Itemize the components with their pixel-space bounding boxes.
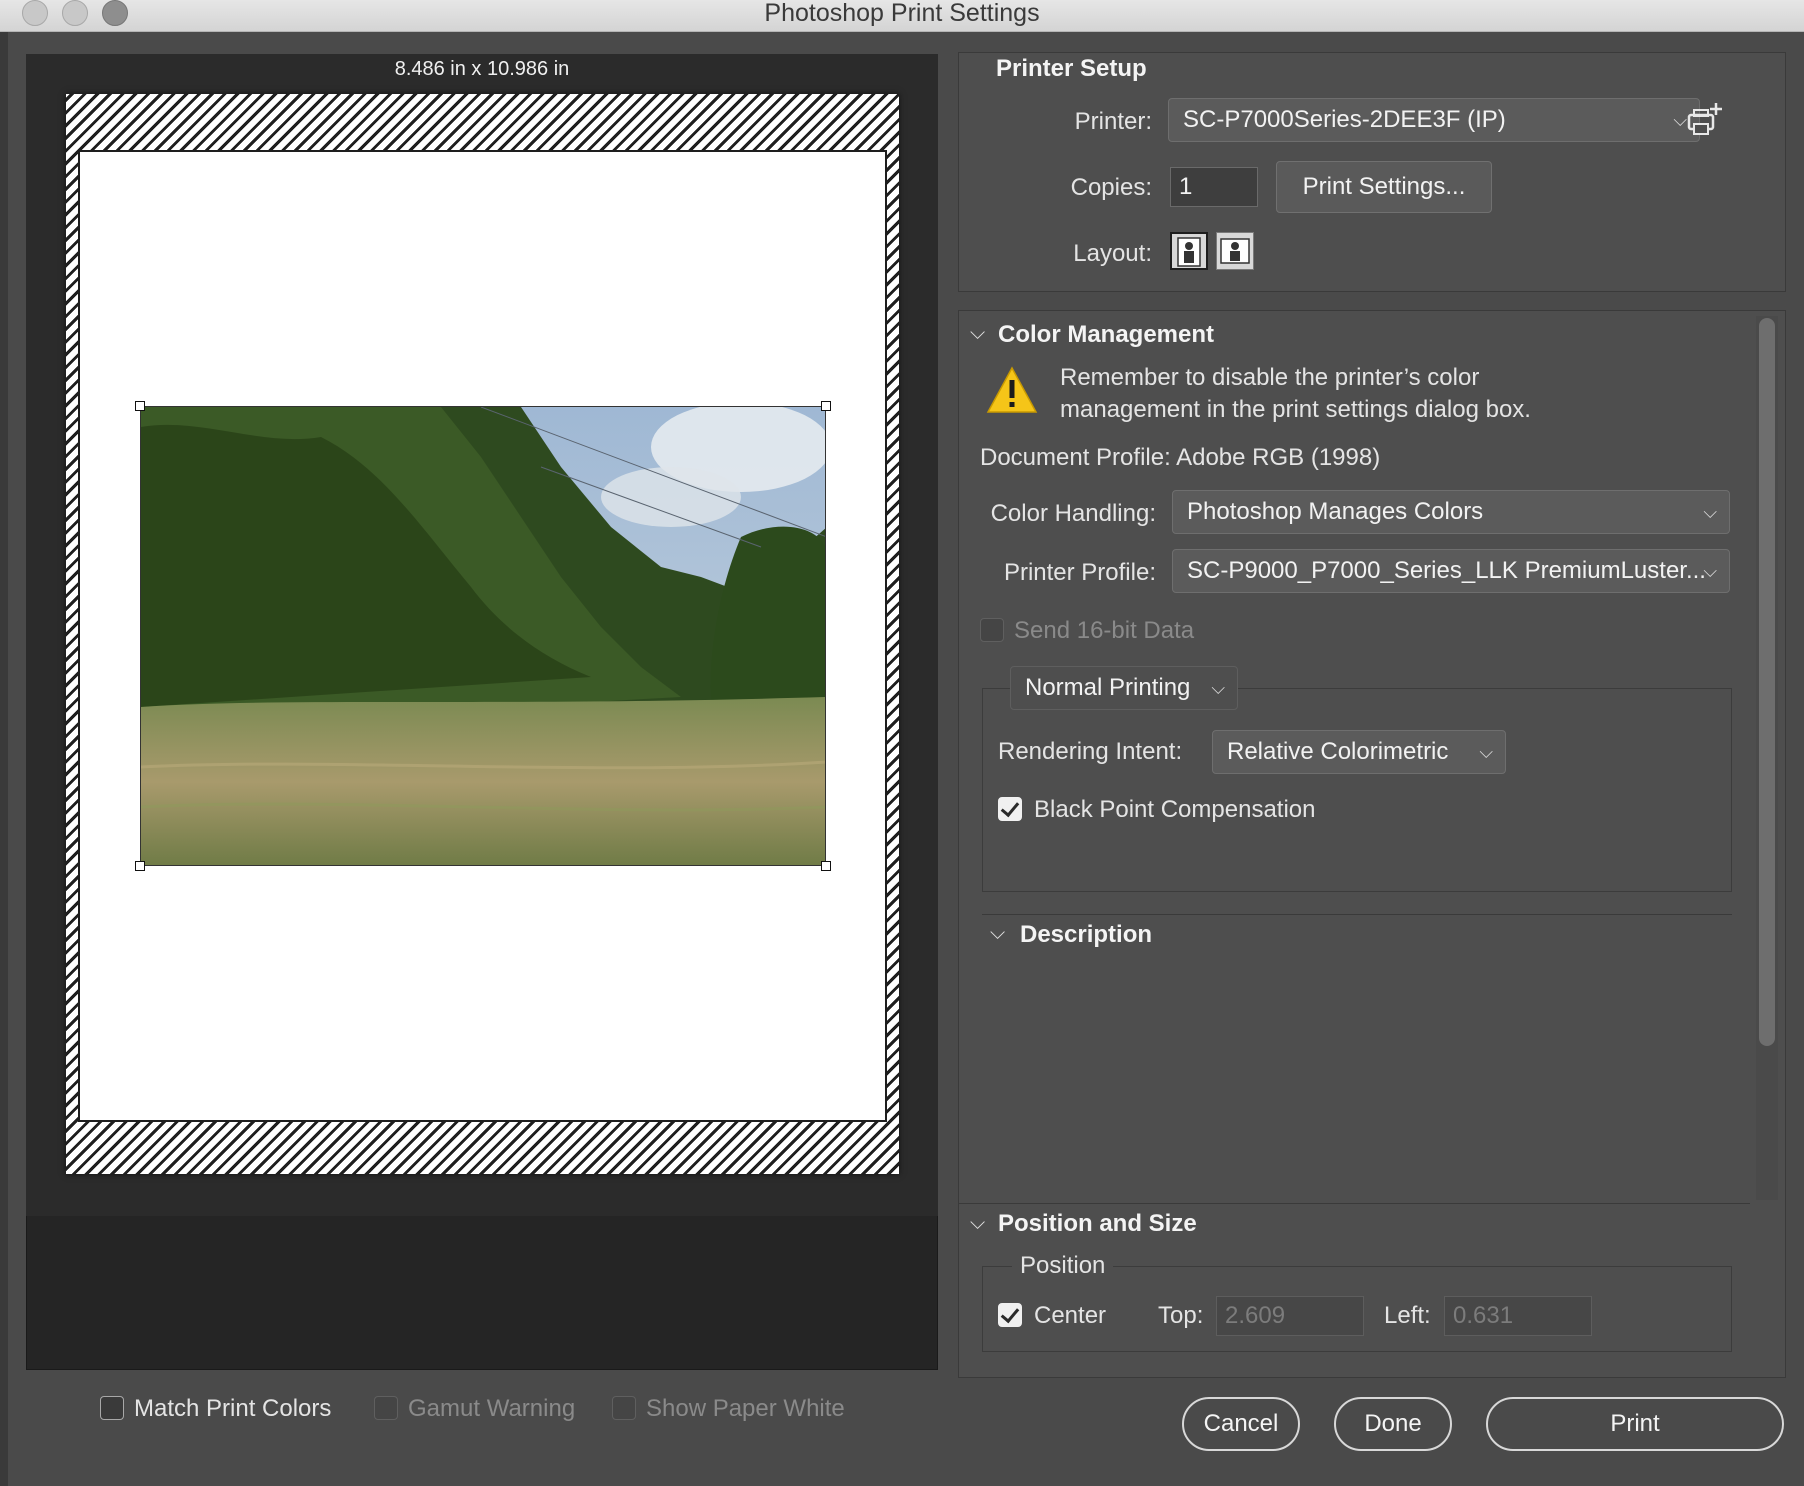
rendering-group (982, 688, 1732, 892)
background-edge (0, 32, 8, 1486)
normal-printing-value: Normal Printing (1025, 674, 1191, 701)
warning-icon (986, 366, 1038, 419)
show-paper-white-checkbox[interactable] (612, 1396, 636, 1420)
color-management-title: Color Management (998, 321, 1215, 348)
printer-select-value: SC-P7000Series-2DEE3F (IP) (1183, 106, 1506, 133)
left-label: Left: (1384, 1302, 1431, 1329)
chevron-down-icon: ⌵ (1211, 678, 1225, 698)
printer-select[interactable]: SC-P7000Series-2DEE3F (IP) ⌵ (1168, 98, 1700, 142)
rendering-intent-select[interactable]: Relative Colorimetric ⌵ (1212, 730, 1506, 774)
resize-handle-bottom-left[interactable] (135, 861, 145, 871)
printer-profile-value: SC-P9000_P7000_Series_LLK PremiumLuster.… (1187, 557, 1706, 584)
position-group-label: Position (1012, 1252, 1114, 1280)
left-input[interactable]: 0.631 (1444, 1296, 1592, 1336)
color-handling-value: Photoshop Manages Colors (1187, 498, 1484, 525)
center-label: Center (1034, 1302, 1107, 1329)
print-settings-button[interactable]: Print Settings... (1276, 161, 1492, 213)
description-divider (982, 914, 1732, 915)
printer-setup-title: Printer Setup (996, 55, 1147, 82)
description-title: Description (1020, 921, 1153, 948)
color-handling-select[interactable]: Photoshop Manages Colors ⌵ (1172, 490, 1730, 534)
collapse-position-size-icon[interactable]: ⌵ (970, 1212, 985, 1235)
printer-add-icon[interactable] (1686, 100, 1726, 140)
layout-portrait-icon[interactable] (1170, 232, 1208, 270)
warning-text-line2: management in the print settings dialog … (1060, 396, 1531, 423)
rendering-intent-label: Rendering Intent: (998, 738, 1183, 765)
document-profile: Document Profile: Adobe RGB (1998) (980, 444, 1381, 471)
copies-label: Copies: (1070, 174, 1152, 201)
printer-profile-select[interactable]: SC-P9000_P7000_Series_LLK PremiumLuster.… (1172, 549, 1730, 593)
show-paper-white-label: Show Paper White (646, 1395, 845, 1422)
top-input[interactable]: 2.609 (1216, 1296, 1364, 1336)
black-point-compensation-label: Black Point Compensation (1034, 796, 1316, 823)
position-size-title: Position and Size (998, 1210, 1197, 1237)
layout-landscape-icon[interactable] (1216, 232, 1254, 270)
top-label: Top: (1158, 1302, 1204, 1329)
copies-input[interactable]: 1 (1170, 167, 1258, 207)
warning-text-line1: Remember to disable the printer’s color (1060, 364, 1480, 391)
color-handling-label: Color Handling: (990, 500, 1156, 527)
center-checkbox[interactable] (998, 1303, 1022, 1327)
normal-printing-select[interactable]: Normal Printing ⌵ (1010, 666, 1238, 710)
layout-label: Layout: (1073, 240, 1152, 267)
image-preview[interactable] (140, 406, 826, 866)
printer-profile-label: Printer Profile: (1003, 559, 1156, 586)
send-16bit-checkbox[interactable] (980, 618, 1004, 642)
paper-size-label: 8.486 in x 10.986 in (394, 58, 570, 80)
print-button[interactable]: Print (1486, 1397, 1784, 1451)
collapse-color-management-icon[interactable]: ⌵ (970, 322, 985, 345)
resize-handle-bottom-right[interactable] (821, 861, 831, 871)
printer-label: Printer: (1074, 108, 1152, 135)
rendering-intent-value: Relative Colorimetric (1227, 738, 1449, 765)
match-print-colors-label: Match Print Colors (134, 1395, 332, 1422)
send-16bit-label: Send 16-bit Data (1014, 617, 1195, 644)
chevron-down-icon: ⌵ (1703, 502, 1717, 522)
collapse-description-icon[interactable]: ⌵ (990, 922, 1005, 945)
gamut-warning-label: Gamut Warning (408, 1395, 576, 1422)
chevron-down-icon: ⌵ (1703, 561, 1717, 581)
gamut-warning-checkbox[interactable] (374, 1396, 398, 1420)
done-button[interactable]: Done (1334, 1397, 1452, 1451)
title-bar: Photoshop Print Settings (0, 0, 1804, 32)
black-point-compensation-checkbox[interactable] (998, 797, 1022, 821)
resize-handle-top-left[interactable] (135, 401, 145, 411)
scrollbar-thumb[interactable] (1759, 318, 1775, 1046)
match-print-colors-checkbox[interactable] (100, 1396, 124, 1420)
window-title: Photoshop Print Settings (764, 0, 1040, 27)
position-size-divider (958, 1203, 1750, 1204)
resize-handle-top-right[interactable] (821, 401, 831, 411)
cancel-button[interactable]: Cancel (1182, 1397, 1300, 1451)
chevron-down-icon: ⌵ (1479, 742, 1493, 762)
chevron-down-icon: ⌵ (1673, 110, 1687, 130)
